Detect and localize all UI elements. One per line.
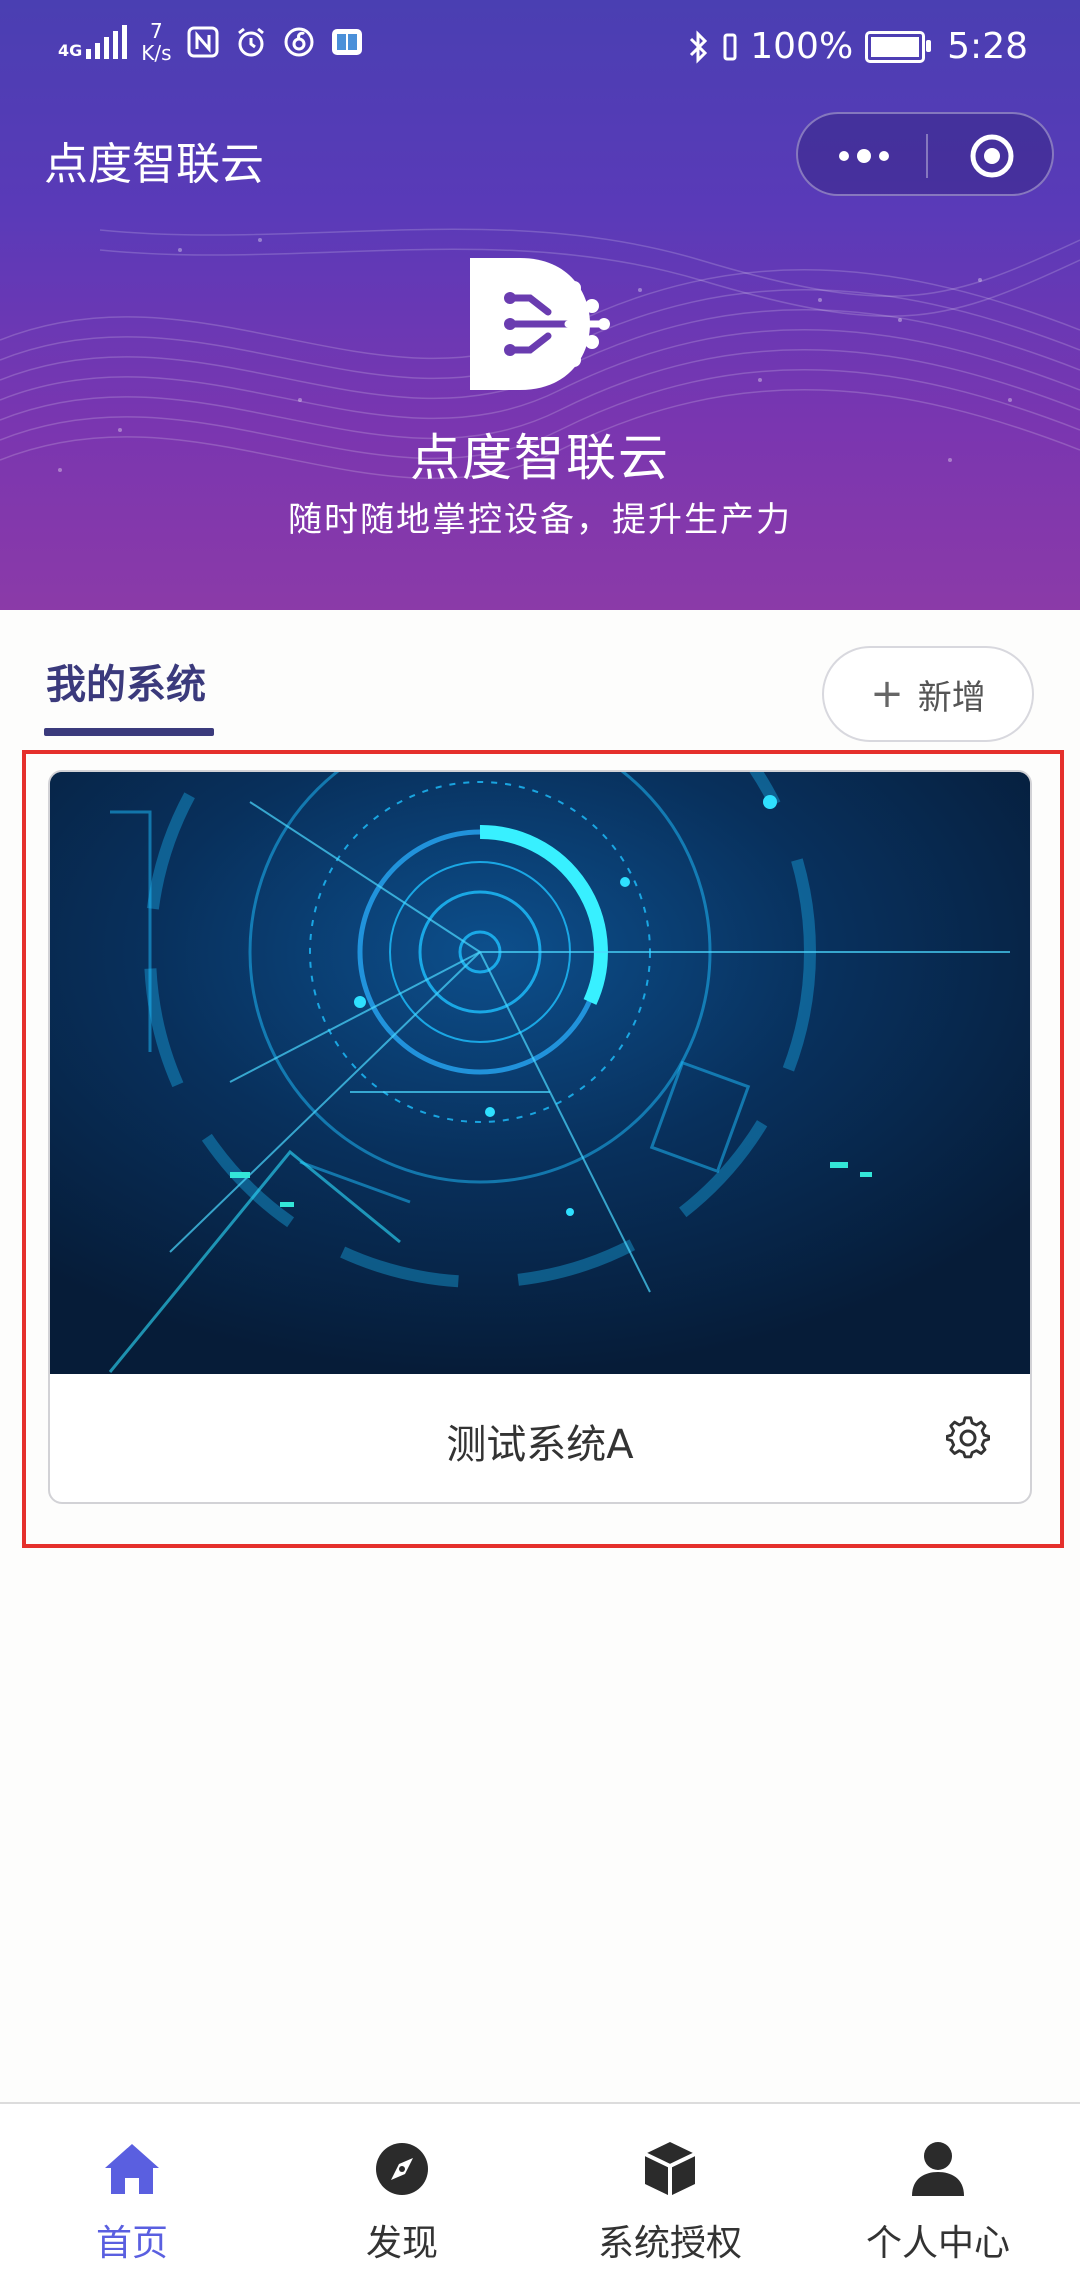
section-title-my-systems[interactable]: 我的系统 bbox=[46, 652, 206, 710]
app-title: 点度智联云 bbox=[44, 139, 264, 190]
section-underline bbox=[44, 728, 214, 736]
system-card[interactable]: 测试系统A bbox=[48, 770, 1032, 1504]
reader-app-icon bbox=[331, 29, 362, 55]
tab-system-authorization[interactable]: 系统授权 bbox=[570, 2138, 770, 2266]
alarm-icon bbox=[237, 27, 264, 57]
home-icon bbox=[105, 2144, 159, 2194]
more-icon[interactable] bbox=[836, 142, 892, 170]
bluetooth-icon bbox=[690, 29, 708, 64]
brand-name: 点度智联云 bbox=[410, 429, 670, 487]
gear-icon[interactable] bbox=[946, 1416, 990, 1460]
compass-icon bbox=[376, 2143, 428, 2195]
system-name: 测试系统A bbox=[446, 1422, 634, 1468]
user-icon bbox=[912, 2142, 964, 2196]
box-icon bbox=[644, 2142, 696, 2196]
battery-icon bbox=[865, 30, 932, 63]
status-bar: 4G 7 K/s 100% 5:28 bbox=[0, 0, 1080, 92]
clock: 5:28 bbox=[947, 26, 1028, 67]
tab-discover[interactable]: 发现 bbox=[302, 2138, 502, 2266]
battery-percent: 100% bbox=[750, 26, 854, 67]
music-app-icon bbox=[284, 27, 314, 57]
bottom-tabbar: 首页 发现 系统授权 个人中心 bbox=[0, 2102, 1080, 2282]
brand-slogan: 随时随地掌控设备，提升生产力 bbox=[288, 500, 792, 540]
tab-personal-center[interactable]: 个人中心 bbox=[838, 2138, 1038, 2266]
vibrate-icon bbox=[723, 33, 737, 60]
target-icon[interactable] bbox=[968, 132, 1016, 180]
header-banner: 4G 7 K/s 100% 5:28 点度智联云 点度智联云 随时随地掌控设备，… bbox=[0, 0, 1080, 610]
miniprogram-capsule bbox=[796, 112, 1054, 196]
signal-icon: 4G bbox=[58, 25, 128, 60]
brand-logo bbox=[470, 258, 610, 390]
plus-icon: + bbox=[870, 671, 904, 717]
tab-home[interactable]: 首页 bbox=[32, 2138, 232, 2266]
network-speed: 7 K/s bbox=[141, 19, 172, 65]
network-type: 4G bbox=[58, 41, 83, 60]
nfc-icon bbox=[187, 26, 219, 58]
add-system-button[interactable]: + 新增 bbox=[822, 646, 1034, 742]
system-cover-image bbox=[50, 772, 1030, 1374]
